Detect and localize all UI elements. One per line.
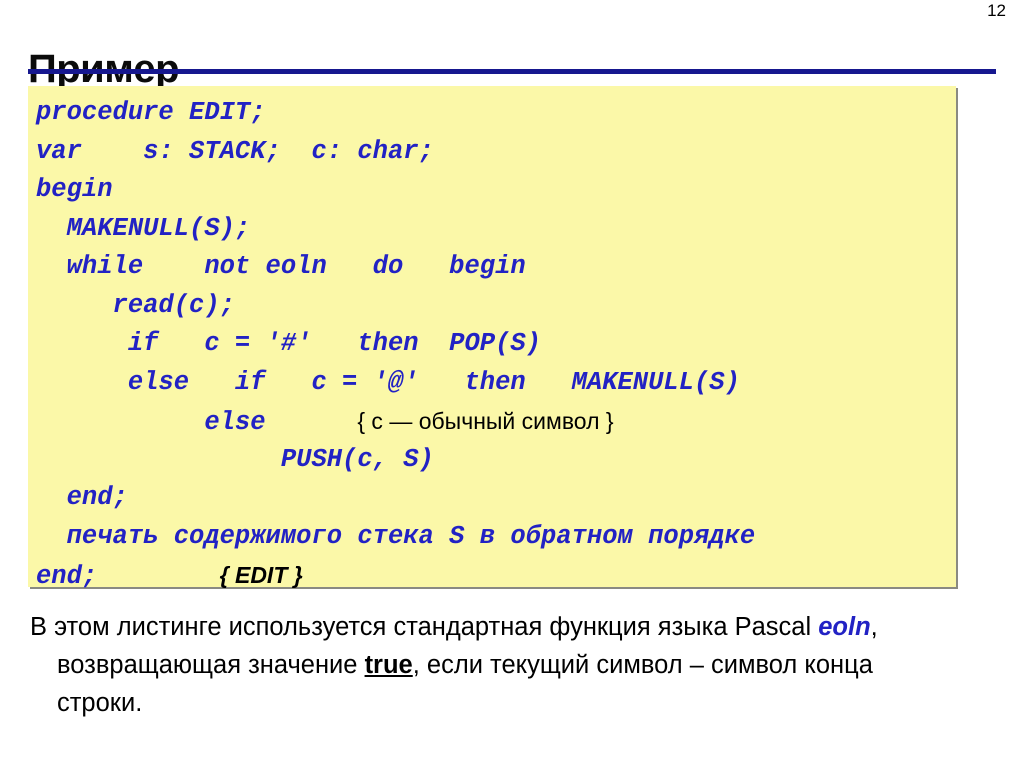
explanation-line-2: возвращающая значение true, если текущий… — [30, 646, 1010, 684]
explanation-line-2-run-0: возвращающая значение — [57, 651, 365, 679]
code-line-4-run-0: while not eoln do begin — [36, 252, 526, 281]
code-line: while not eoln do begin — [36, 248, 956, 287]
explanation-line-1-run-2: , — [870, 613, 878, 641]
code-line: MAKENULL(S); — [36, 210, 956, 249]
code-line-0-run-0: procedure EDIT; — [36, 98, 266, 127]
code-line-3-run-0: MAKENULL(S); — [36, 213, 251, 243]
code-line-6-run-0: if c = '#' then POP(S) — [36, 329, 541, 358]
code-line-10-run-0: end; — [36, 483, 128, 512]
explanation-paragraph: В этом листинге используется стандартная… — [30, 608, 1010, 722]
code-line: end; — [36, 479, 956, 518]
code-line-7-run-0: else if c = '@' then MAKENULL(S) — [36, 367, 740, 397]
explanation-line-3: строки. — [30, 684, 1010, 722]
code-line: печать содержимого стека S в обратном по… — [36, 518, 956, 557]
code-line: end; { EDIT } — [36, 556, 956, 595]
code-line-5-run-0: read(c); — [36, 290, 235, 320]
code-line: PUSH(c, S) — [36, 441, 956, 480]
code-listing: procedure EDIT; var s: STACK; c: char; beg… — [36, 94, 956, 595]
code-line: else if c = '@' then MAKENULL(S) — [36, 364, 956, 403]
explanation-line-2-run-2: , если текущий символ – символ конца — [412, 651, 873, 679]
code-line: var s: STACK; c: char; — [36, 133, 956, 172]
code-line: if c = '#' then POP(S) — [36, 325, 956, 364]
explanation-line-1-run-1: eoln — [818, 613, 871, 641]
explanation-line-1-run-0: В этом листинге используется стандартная… — [30, 613, 819, 641]
code-line: begin — [36, 171, 956, 210]
code-listing-box: procedure EDIT; var s: STACK; c: char; beg… — [28, 86, 956, 591]
code-line-9-run-0: PUSH(c, S) — [36, 444, 434, 474]
code-line-12-run-1: { EDIT } — [219, 562, 303, 588]
code-line: procedure EDIT; — [36, 94, 956, 133]
code-line: else { c — обычный символ } — [36, 402, 956, 441]
title-underline-rule — [28, 69, 996, 74]
code-line-2-run-0: begin — [36, 175, 113, 204]
code-line: read(c); — [36, 287, 956, 326]
explanation-line-2-run-1: true — [364, 651, 413, 679]
explanation-line-1: В этом листинге используется стандартная… — [30, 608, 1010, 646]
code-line-11-run-0: печать содержимого стека S в обратном по… — [36, 521, 756, 551]
code-line-1-run-0: var s: STACK; c: char; — [36, 136, 434, 166]
code-line-8-run-0: else — [36, 408, 358, 437]
code-line-12-run-0: end; — [36, 562, 220, 591]
code-line-8-run-1: { c — обычный символ } — [357, 408, 614, 434]
explanation-line-3-run-0: строки. — [57, 689, 143, 717]
slide-number: 12 — [987, 1, 1006, 20]
